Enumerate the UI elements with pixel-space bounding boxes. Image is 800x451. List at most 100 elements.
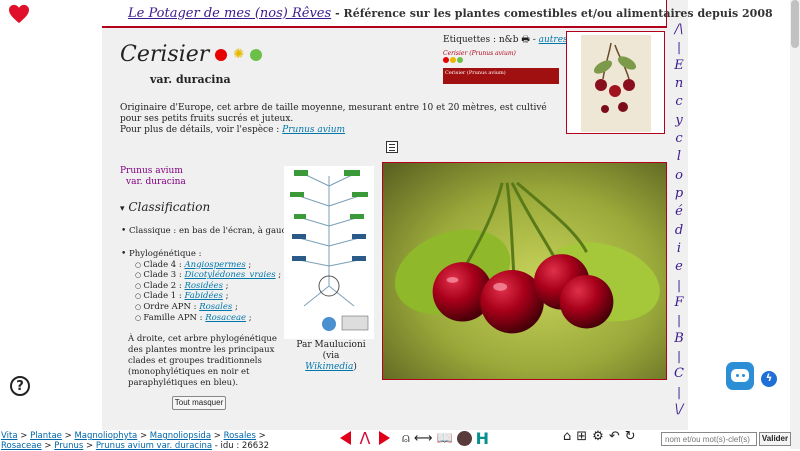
reload-icon[interactable]: ↻ [625, 429, 636, 444]
resize-icon[interactable]: ⟷ [414, 431, 433, 446]
classic-classification: • Classique : en bas de l'écran, à gauch… [121, 226, 300, 236]
breadcrumb-link[interactable]: Rosales [224, 431, 256, 441]
next-arrow-icon[interactable] [379, 431, 390, 445]
species-variety: var. duracina [126, 177, 186, 187]
description-text: Originaire d'Europe, cet arbre de taille… [120, 103, 547, 124]
right-toolbar: ⌂ ⊞ ⚙ ↶ ↻ [563, 429, 636, 444]
species-genus: Prunus avium [120, 166, 183, 176]
vnav-item: | [676, 40, 682, 55]
previous-arrow-icon[interactable] [340, 431, 351, 445]
classic-text: Classique : en bas de l'écran, à gauche. [129, 226, 300, 236]
clade-link[interactable]: Dicotylédones_vraies [184, 270, 275, 280]
vnav-item[interactable]: l [677, 149, 681, 164]
h-icon[interactable]: H [476, 429, 489, 448]
clade-link[interactable]: Angiospermes [184, 260, 245, 270]
phylo-item: Famille APN : Rosaceae ; [135, 313, 281, 324]
site-brand-link[interactable]: Le Potager de mes (nos) Rêves [128, 6, 331, 21]
vnav-item[interactable]: p [675, 186, 683, 201]
vnav-item[interactable]: y [675, 113, 682, 128]
vnav-item[interactable]: F [674, 295, 683, 310]
vnav-item[interactable]: /\ [675, 22, 684, 37]
botanical-illustration[interactable] [566, 31, 665, 134]
vnav-item: | [676, 277, 682, 292]
label-color-preview[interactable]: Cerisier (Prunus avium) [443, 68, 559, 84]
vnav-item[interactable]: é [675, 204, 683, 219]
vnav-item: | [676, 313, 682, 328]
vertical-nav: /\ | E n c y c l o p é d i e | F | B | C… [668, 22, 690, 417]
wikimedia-link[interactable]: Wikimedia [305, 362, 353, 372]
heart-icon[interactable] [8, 4, 30, 24]
vnav-item[interactable]: E [674, 58, 684, 73]
bottom-toolbar: ᐱ ⍝ ⟷ 📖 H [340, 428, 489, 448]
breadcrumb-link[interactable]: Prunus [54, 441, 83, 451]
printer-icon[interactable]: 🖶 [521, 35, 530, 45]
vnav-item[interactable]: d [675, 223, 683, 238]
book-icon[interactable]: 📖 [436, 431, 452, 446]
species-link[interactable]: Prunus avium [282, 125, 345, 135]
credit-close: ) [353, 362, 357, 372]
site-header: Le Potager de mes (nos) Rêves - Référenc… [102, 0, 773, 28]
vnav-item[interactable]: C [674, 366, 684, 381]
vnav-item[interactable]: i [677, 241, 681, 256]
search-input[interactable] [661, 432, 757, 446]
phylo-item: Clade 1 : Fabidées ; [135, 291, 281, 302]
dna-icon[interactable]: ᐱ [355, 429, 375, 448]
vnav-item[interactable]: e [675, 259, 683, 274]
cherry-photo[interactable] [382, 162, 667, 380]
classification-heading-text: Classification [128, 200, 211, 214]
settings-icon[interactable]: ⚙ [592, 429, 604, 444]
phylogenetic-tree-image[interactable] [284, 166, 374, 339]
credit-via: (via [322, 351, 340, 361]
vnav-item: | [676, 384, 682, 399]
chatbot-icon[interactable] [726, 362, 754, 390]
phylo-item: Clade 3 : Dicotylédones_vraies ; [135, 270, 281, 281]
ball-icon[interactable] [456, 430, 472, 446]
breadcrumb-link[interactable]: Prunus avium var. duracina [96, 441, 212, 451]
phylo-item: Clade 2 : Rosidées ; [135, 281, 281, 292]
clade-link[interactable]: Rosidées [184, 281, 222, 291]
help-icon[interactable]: ? [10, 376, 30, 396]
tree-credit: Par Maulucioni (via Wikimedia) [296, 340, 366, 373]
toggle-section-icon[interactable] [386, 141, 398, 153]
hide-all-button[interactable]: Tout masquer [172, 396, 226, 410]
scrollbar-thumb[interactable] [791, 0, 799, 48]
order-link[interactable]: Rosales [199, 302, 232, 312]
breadcrumb-idu: - idu : 26632 [214, 441, 269, 451]
clade-link[interactable]: Fabidées [184, 291, 222, 301]
plant-title-row: Cerisier ✺ [120, 42, 263, 67]
vnav-item[interactable]: c [675, 131, 682, 146]
phylogenetic-list: • Phylogénétique : Clade 4 : Angiosperme… [121, 249, 281, 323]
phylo-item: Clade 4 : Angiospermes ; [135, 260, 281, 271]
vnav-item[interactable]: B [674, 331, 684, 346]
flower-icon: ✺ [233, 47, 245, 62]
collapse-triangle-icon[interactable]: ▾ [120, 204, 125, 214]
vnav-item[interactable]: c [675, 94, 682, 109]
label-preview[interactable]: Cerisier (Prunus avium) [443, 50, 563, 65]
breadcrumb: Vita > Plantae > Magnoliophyta > Magnoli… [1, 431, 269, 451]
credit-author: Par Maulucioni [296, 340, 366, 350]
breadcrumb-link[interactable]: Magnoliophyta [74, 431, 137, 441]
page-title: Cerisier [120, 42, 210, 67]
page-scrollbar[interactable] [790, 0, 800, 449]
family-link[interactable]: Rosaceae [205, 313, 246, 323]
home-icon[interactable]: ⌂ [563, 429, 571, 444]
vnav-item[interactable]: n [675, 76, 683, 91]
validate-button[interactable]: Valider [759, 432, 791, 446]
vnav-item[interactable]: o [675, 168, 683, 183]
breadcrumb-link[interactable]: Plantae [30, 431, 62, 441]
user-icon[interactable]: ⍝ [402, 431, 410, 446]
breadcrumb-link[interactable]: Vita [1, 431, 18, 441]
breadcrumb-link[interactable]: Magnoliopsida [150, 431, 211, 441]
site-tagline: - Référence sur les plantes comestibles … [335, 6, 773, 20]
sitemap-icon[interactable]: ⊞ [576, 429, 587, 444]
plant-description: Originaire d'Europe, cet arbre de taille… [120, 103, 550, 136]
back-icon[interactable]: ↶ [609, 429, 620, 444]
vnav-item: | [676, 348, 682, 363]
bolt-icon[interactable]: ϟ [761, 371, 777, 387]
classification-heading[interactable]: ▾ Classification [120, 200, 210, 214]
phylo-note: À droite, cet arbre phylogénétique des p… [128, 334, 277, 388]
label-preview-icons [443, 57, 463, 63]
breadcrumb-link[interactable]: Rosaceae [1, 441, 42, 451]
phylo-title: Phylogénétique : [129, 249, 202, 259]
vnav-item[interactable]: \/ [675, 402, 684, 417]
